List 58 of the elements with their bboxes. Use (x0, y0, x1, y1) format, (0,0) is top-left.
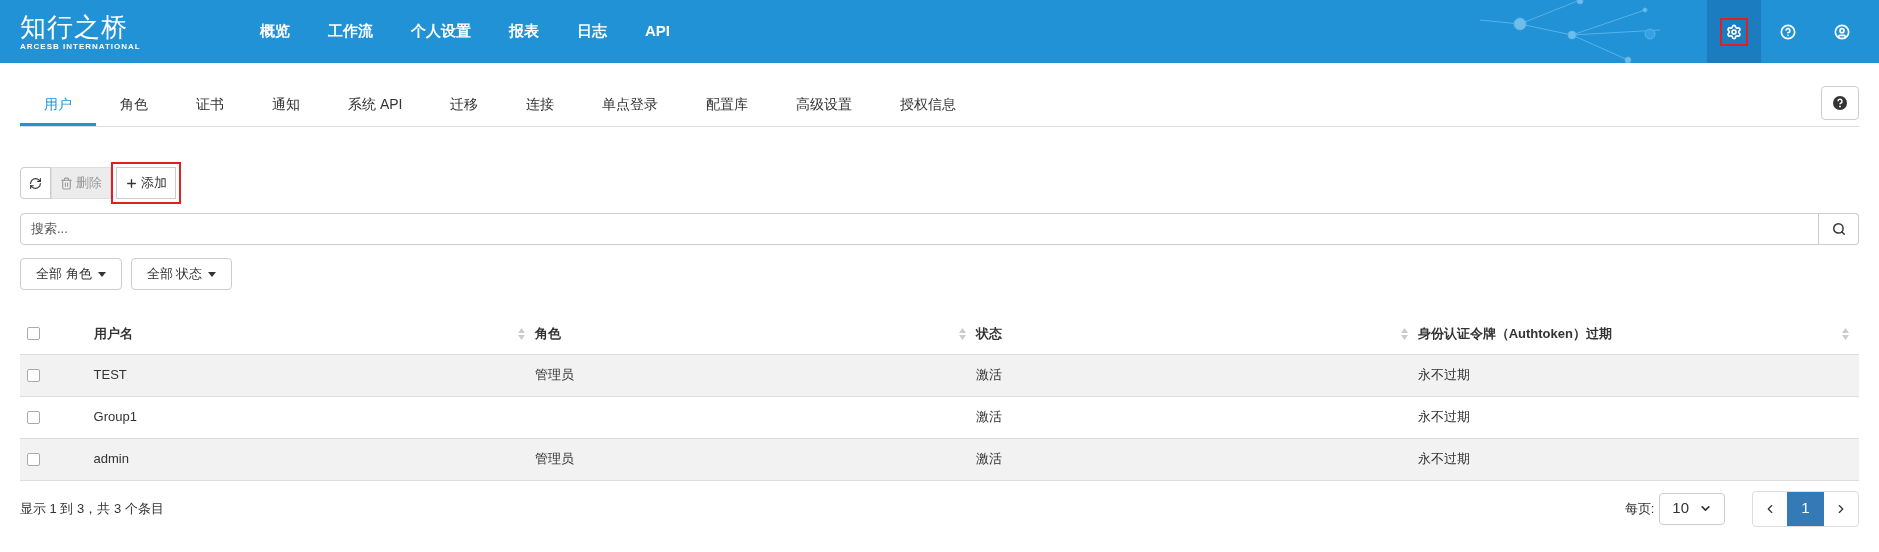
tab[interactable]: 高级设置 (772, 86, 877, 126)
logo-subtitle: ARCESB INTERNATIONAL (20, 42, 141, 51)
table-cell: 管理员 (534, 451, 574, 467)
tab[interactable]: 连接 (502, 86, 579, 126)
logo-title: 知行之桥 (20, 12, 128, 42)
row-checkbox[interactable] (27, 410, 40, 424)
account-icon (1834, 23, 1850, 40)
table-cell: admin (93, 451, 129, 467)
plus-icon (125, 176, 138, 190)
search-button[interactable] (1819, 213, 1859, 245)
add-button[interactable]: 添加 (116, 167, 176, 199)
search-icon (1831, 222, 1846, 236)
filter-dropdown[interactable]: 全部 状态 (130, 258, 233, 290)
caret-icon (97, 271, 106, 277)
search-field[interactable]: 搜索... (20, 213, 1819, 245)
sort-icon (1400, 327, 1408, 340)
tab[interactable]: 证书 (172, 86, 248, 126)
table-cell: Group1 (93, 409, 137, 425)
caret-icon (208, 271, 217, 277)
table-cell: 管理员 (534, 367, 574, 383)
page-size-label: 每页: (1624, 499, 1655, 518)
tab[interactable]: 通知 (248, 86, 324, 126)
table-cell: 激活 (976, 451, 1003, 467)
select-all-checkbox[interactable] (27, 327, 40, 341)
tab[interactable]: 用户 (20, 86, 96, 126)
page-button[interactable]: 1 (1787, 491, 1824, 526)
trash-icon (60, 176, 73, 190)
sort-icon (959, 327, 967, 340)
table-cell: TEST (93, 367, 127, 383)
table-cell: 激活 (976, 409, 1003, 425)
tab[interactable]: 单点登录 (578, 86, 683, 126)
help-button[interactable] (1821, 86, 1859, 120)
row-checkbox[interactable] (27, 368, 40, 382)
help-icon (1780, 23, 1796, 40)
row-checkbox[interactable] (27, 452, 40, 466)
sort-icon (1842, 327, 1849, 340)
table-cell: 永不过期 (1417, 409, 1470, 425)
settings-icon-button[interactable] (1707, 0, 1761, 63)
column-header[interactable]: 身份认证令牌（Authtoken）过期 (1417, 324, 1612, 344)
column-header[interactable]: 状态 (976, 324, 1003, 344)
entries-summary: 显示 1 到 3，共 3 个条目 (20, 499, 164, 518)
sort-icon (517, 327, 525, 340)
settings-icon (1726, 23, 1742, 40)
refresh-button[interactable] (20, 167, 51, 199)
page-size-select[interactable]: 10 (1659, 492, 1725, 525)
tab[interactable]: 授权信息 (876, 86, 981, 126)
refresh-icon (29, 176, 42, 190)
tab[interactable]: 角色 (96, 86, 172, 126)
tab[interactable]: 系统 API (324, 86, 427, 126)
tab[interactable]: 迁移 (426, 86, 503, 126)
help-icon (1833, 96, 1847, 110)
column-header[interactable]: 用户名 (93, 324, 133, 344)
tab[interactable]: 配置库 (682, 86, 773, 126)
table-cell: 永不过期 (1417, 451, 1470, 467)
filter-dropdown[interactable]: 全部 角色 (20, 258, 122, 290)
table-cell: 永不过期 (1417, 367, 1470, 383)
column-header[interactable]: 角色 (534, 324, 561, 344)
table-cell: 激活 (976, 367, 1003, 383)
